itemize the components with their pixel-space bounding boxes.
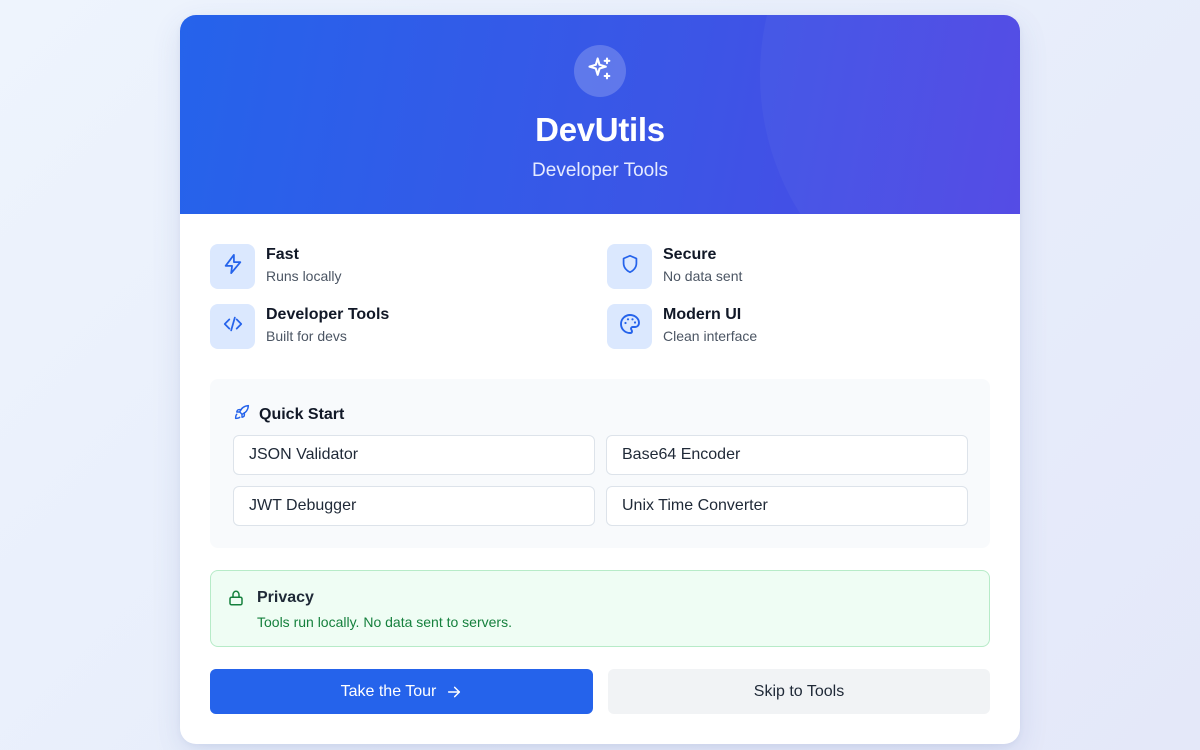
feature-icon-box bbox=[607, 244, 652, 289]
feature-description: Clean interface bbox=[663, 328, 758, 344]
quick-start-panel: Quick Start JSON Validator Base64 Encode… bbox=[210, 379, 990, 548]
code-icon bbox=[221, 313, 245, 340]
app-title: DevUtils bbox=[535, 111, 665, 148]
quick-start-jwt-debugger[interactable]: JWT Debugger bbox=[233, 486, 595, 526]
quick-start-title: Quick Start bbox=[259, 405, 345, 423]
feature-icon-box bbox=[607, 304, 652, 349]
quick-start-header: Quick Start bbox=[233, 403, 344, 426]
feature-developer-tools: Developer Tools Built for devs bbox=[210, 304, 570, 350]
feature-description: Built for devs bbox=[266, 328, 347, 344]
feature-title: Secure bbox=[663, 246, 717, 263]
feature-fast: Fast Runs locally bbox=[210, 244, 570, 290]
arrow-right-icon bbox=[446, 684, 462, 700]
feature-title: Fast bbox=[266, 246, 299, 263]
quick-start-base64-encoder[interactable]: Base64 Encoder bbox=[606, 435, 968, 475]
privacy-notice: Privacy Tools run locally. No data sent … bbox=[210, 570, 990, 647]
privacy-title: Privacy bbox=[257, 589, 314, 606]
rocket-icon bbox=[233, 403, 251, 426]
take-tour-label: Take the Tour bbox=[340, 682, 437, 700]
quick-start-unix-time-converter[interactable]: Unix Time Converter bbox=[606, 486, 968, 526]
privacy-text: Tools run locally. No data sent to serve… bbox=[257, 614, 512, 630]
feature-icon-box bbox=[210, 244, 255, 289]
feature-secure: Secure No data sent bbox=[607, 244, 967, 290]
app-subtitle: Developer Tools bbox=[532, 160, 668, 181]
quick-start-json-validator[interactable]: JSON Validator bbox=[233, 435, 595, 475]
take-tour-button[interactable]: Take the Tour bbox=[210, 669, 593, 714]
hero-header: DevUtils Developer Tools bbox=[180, 15, 1020, 214]
welcome-card: DevUtils Developer Tools Fast Runs local… bbox=[180, 15, 1020, 744]
hero-badge bbox=[574, 45, 626, 97]
skip-to-tools-button[interactable]: Skip to Tools bbox=[608, 669, 990, 714]
feature-description: Runs locally bbox=[266, 268, 342, 284]
lock-icon bbox=[227, 588, 245, 613]
feature-title: Developer Tools bbox=[266, 306, 390, 323]
feature-modern-ui: Modern UI Clean interface bbox=[607, 304, 967, 350]
feature-icon-box bbox=[210, 304, 255, 349]
palette-icon bbox=[618, 312, 642, 341]
shield-icon bbox=[619, 253, 641, 280]
feature-description: No data sent bbox=[663, 268, 743, 284]
lightning-icon bbox=[222, 253, 244, 280]
feature-title: Modern UI bbox=[663, 306, 742, 323]
sparkles-icon bbox=[586, 55, 614, 88]
